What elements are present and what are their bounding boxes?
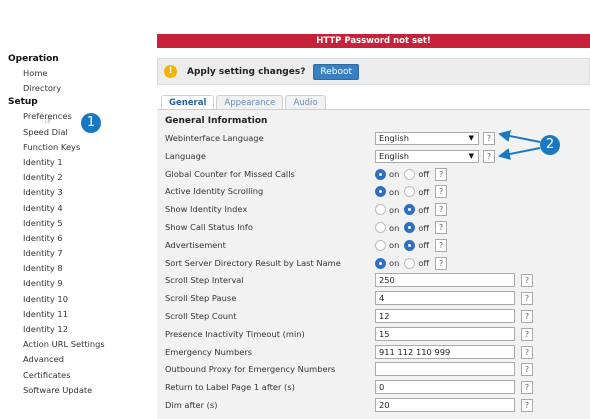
callout-arrows <box>498 130 541 160</box>
arrow-to-language-help <box>498 147 541 160</box>
arrow-to-webinterface-help <box>498 130 541 143</box>
